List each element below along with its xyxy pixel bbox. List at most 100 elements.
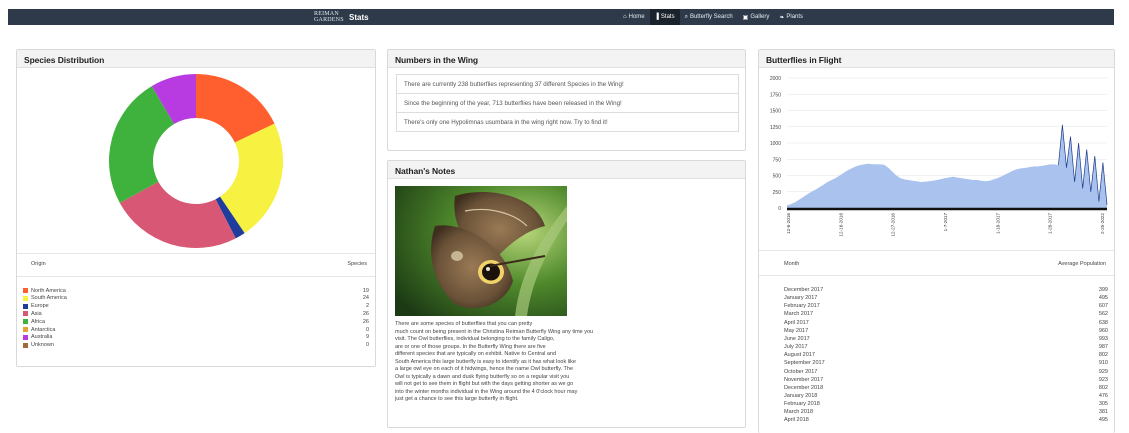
- average-population-column-header: Average Population: [1058, 261, 1106, 267]
- table-row: March 2018 381: [784, 409, 1108, 416]
- butterflies-in-flight-panel: Butterflies in Flight 0 250 500 750 1000 1250…: [758, 49, 1115, 433]
- table-row: December 2017 399: [784, 287, 1108, 294]
- legend-row: North America 19: [23, 287, 369, 294]
- origin-name: Australia: [31, 334, 53, 341]
- nav-butterfly-search[interactable]: ⌕ Butterfly Search: [680, 9, 738, 25]
- month-cell: April 2018: [784, 417, 809, 424]
- average-cell: 381: [1098, 409, 1108, 416]
- notes-line: visit. The Owl butterflies, individual b…: [395, 336, 555, 342]
- nav-gallery[interactable]: ▣ Gallery: [738, 9, 775, 25]
- month-cell: December 2017: [784, 287, 824, 293]
- origin-column-header: Origin: [31, 261, 46, 267]
- legend-swatch: [23, 327, 28, 332]
- average-cell: 923: [1098, 376, 1108, 383]
- legend-swatch: [23, 334, 28, 340]
- species-count: 0: [365, 326, 369, 333]
- origin-name: South America: [31, 295, 67, 302]
- numbers-list: There are currently 238 butterflies repr…: [396, 74, 739, 132]
- panel-title: Numbers in the Wing: [388, 50, 745, 68]
- average-cell: 305: [1098, 401, 1108, 408]
- species-count: 26: [362, 310, 369, 317]
- origin-name: Europe: [31, 303, 49, 310]
- notes-line: much count on being present in the Chris…: [395, 328, 594, 335]
- y-tick-label: 1500: [770, 109, 781, 115]
- panel-title: Species Distribution: [17, 50, 375, 68]
- average-cell: 960: [1098, 327, 1108, 334]
- nathans-notes-panel: Nathan's Notes There are some species of…: [387, 160, 746, 428]
- table-row: April 2018 495: [784, 417, 1108, 424]
- month-cell: February 2018: [784, 401, 820, 408]
- search-icon: ⌕: [684, 13, 688, 20]
- legend-swatch: [23, 342, 28, 348]
- x-tick-label: 1-18-2017: [995, 213, 1000, 234]
- y-tick-label: 0: [778, 206, 781, 212]
- reiman-gardens-logo: REIMAN GARDENS: [314, 11, 344, 23]
- brand-title: Stats: [349, 12, 369, 22]
- x-tick-label: 12-16-2016: [838, 213, 843, 237]
- origin-name: Antarctica: [31, 326, 56, 333]
- y-tick-label: 1000: [770, 141, 781, 147]
- panel-title: Butterflies in Flight: [759, 50, 1114, 68]
- nav-label: Butterfly Search: [689, 14, 733, 20]
- average-cell: 607: [1098, 303, 1108, 310]
- image-icon: ▣: [742, 14, 749, 21]
- owl-butterfly-photo: [395, 186, 567, 316]
- notes-line: are or one of those groups. In the Butte…: [395, 343, 546, 350]
- legend-row: South America 24: [23, 295, 369, 302]
- species-count: 19: [362, 287, 369, 294]
- legend-swatch: [23, 288, 28, 293]
- average-cell: 638: [1098, 319, 1108, 326]
- fact-item: There are currently 238 butterflies repr…: [396, 74, 739, 94]
- top-navbar: REIMAN GARDENS Stats ⌂ Home ▐ Stats ⌕ Butterf…: [8, 9, 1114, 25]
- table-row: December 2018 802: [784, 385, 1108, 392]
- legend-row: Australia 9: [23, 334, 369, 341]
- legend-swatch: [23, 295, 28, 301]
- nav-label: Home: [628, 14, 645, 20]
- nav-stats[interactable]: ▐ Stats: [649, 9, 680, 25]
- nav-label: Plants: [786, 14, 804, 20]
- nav-label: Stats: [660, 14, 675, 20]
- table-row: August 2017 802: [784, 352, 1108, 359]
- brand[interactable]: REIMAN GARDENS Stats: [314, 10, 369, 24]
- table-row: March 2017 562: [784, 311, 1108, 318]
- nav-home[interactable]: ⌂ Home: [618, 9, 650, 25]
- fact-item: Since the beginning of the year, 713 but…: [396, 93, 739, 113]
- month-cell: September 2017: [784, 360, 825, 367]
- x-tick-label: 1-7-2017: [943, 213, 948, 232]
- table-row: November 2017 923: [784, 377, 1108, 384]
- month-column-header: Month: [784, 261, 800, 267]
- legend-row: Africa 26: [23, 318, 369, 325]
- month-cell: July 2017: [784, 344, 808, 351]
- legend-row: Asia 26: [23, 310, 369, 317]
- legend-swatch: [23, 311, 28, 317]
- table-row: January 2018 476: [784, 393, 1108, 400]
- notes-line: just get a chance to see this large butt…: [395, 396, 519, 402]
- notes-line: Owl is typically a dawn and dusk flying …: [395, 373, 570, 380]
- species-distribution-panel: Species Distribution Origin Species Nort…: [16, 49, 376, 367]
- month-cell: December 2018: [784, 384, 824, 391]
- table-row: January 2017 495: [784, 295, 1108, 302]
- month-cell: January 2017: [784, 295, 818, 302]
- y-tick-label: 750: [773, 157, 782, 163]
- y-tick-label: 500: [773, 174, 782, 180]
- numbers-in-the-wing-panel: Numbers in the Wing There are currently …: [387, 49, 746, 151]
- species-count: 26: [362, 318, 369, 325]
- species-count: 2: [365, 303, 369, 310]
- average-cell: 802: [1098, 384, 1108, 391]
- x-tick-label: 12-27-2016: [891, 213, 896, 237]
- legend-swatch: [23, 303, 28, 309]
- nav-plants[interactable]: ❧ Plants: [774, 9, 808, 25]
- species-count: 0: [365, 342, 369, 349]
- table-row: June 2017 993: [784, 336, 1108, 343]
- legend-row: Europe 2: [23, 303, 369, 310]
- average-cell: 910: [1098, 360, 1108, 367]
- origin-name: North America: [31, 287, 66, 294]
- average-cell: 495: [1098, 295, 1108, 302]
- table-row: October 2017 929: [784, 369, 1108, 376]
- y-tick-label: 250: [773, 190, 782, 196]
- notes-text: There are some species of butterflies th…: [395, 321, 655, 404]
- x-tick-label: 2-25-2022: [1100, 213, 1105, 234]
- home-icon: ⌂: [623, 14, 627, 20]
- leaf-icon: ❧: [779, 14, 785, 21]
- origin-name: Asia: [31, 310, 42, 317]
